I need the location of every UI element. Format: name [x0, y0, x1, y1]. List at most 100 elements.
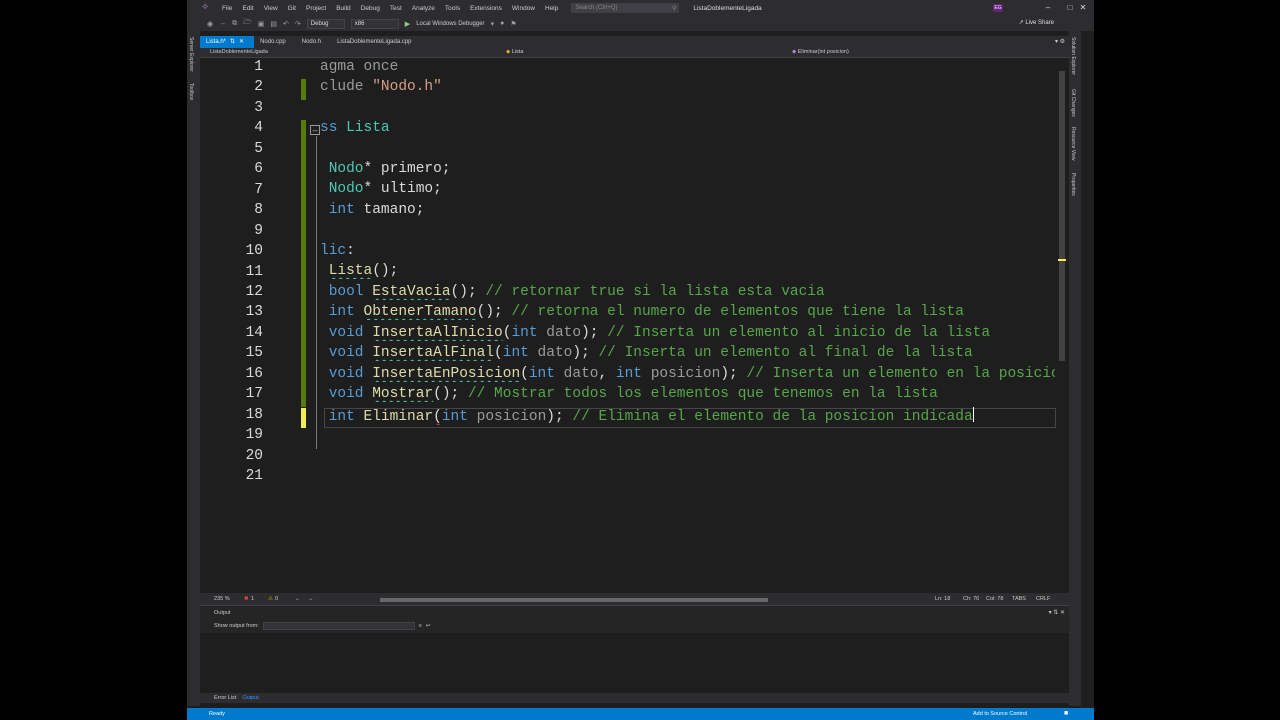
new-item-icon[interactable]: ⧉	[232, 20, 237, 28]
live-share-button[interactable]: ↗ Live Share	[1019, 19, 1054, 26]
tab-label: Nodo.cpp	[260, 39, 286, 45]
add-to-source-control-button[interactable]: Add to Source Control	[973, 711, 1027, 717]
notifications-icon[interactable]: ■	[1064, 710, 1068, 717]
undo-icon[interactable]: ↶	[283, 20, 289, 28]
menu-view[interactable]: View	[259, 5, 283, 12]
properties-tab[interactable]: Properties	[1070, 173, 1076, 196]
line-number: 2	[254, 79, 263, 96]
search-box[interactable]: Search (Ctrl+Q) ⚲	[571, 3, 680, 13]
status-ready: Ready	[209, 711, 225, 717]
editor-status-line: 235 % ✖ 1 ⚠ 0 ← → Ln: 18 Ch: 76 Col: 78 …	[200, 593, 1069, 605]
tabs-indicator[interactable]: TABS	[1012, 596, 1026, 602]
menu-test[interactable]: Test	[385, 5, 407, 12]
breakpoint-icon[interactable]: ●	[500, 20, 504, 27]
tab-overflow-icon[interactable]: ▾ ⚙	[1055, 36, 1065, 48]
line-number: 16	[245, 365, 263, 382]
configuration-select[interactable]: Debug	[306, 18, 345, 29]
output-text-area[interactable]	[200, 633, 1069, 693]
vertical-scroll-thumb[interactable]	[1059, 71, 1065, 361]
resource-view-tab[interactable]: Resource View	[1070, 127, 1076, 161]
collapse-region-icon[interactable]: –	[310, 125, 320, 135]
code-line-17: void Mostrar(); // Mostrar todos los ele…	[328, 386, 938, 402]
menu-analyze[interactable]: Analyze	[407, 5, 440, 12]
project-dropdown[interactable]: ListaDoblementeLigada	[210, 49, 268, 55]
vertical-scrollbar[interactable]	[1058, 59, 1066, 593]
redo-icon[interactable]: ↷	[295, 20, 301, 28]
warning-icon[interactable]: ⚠	[268, 596, 273, 602]
tab-listadoblementeligada-cpp[interactable]: ListaDoblementeLigada.cpp	[331, 36, 421, 48]
account-avatar[interactable]: EG	[993, 4, 1003, 12]
line-number: 14	[245, 324, 263, 341]
column-indicator: Col: 78	[986, 596, 1004, 602]
start-debugging-icon[interactable]: ▶	[405, 20, 410, 28]
menu-git[interactable]: Git	[283, 5, 301, 12]
bookmark-icon[interactable]: ⚑	[510, 20, 516, 28]
menu-window[interactable]: Window	[507, 5, 540, 12]
platform-select[interactable]: x86	[350, 18, 399, 29]
clear-output-icon[interactable]: ≡	[419, 623, 422, 629]
horizontal-scroll-thumb[interactable]	[380, 598, 768, 602]
tab-nodo-cpp[interactable]: Nodo.cpp	[254, 36, 296, 48]
code-line-16: void InsertaEnPosicion(int dato, int pos…	[328, 366, 1055, 382]
close-window-icon[interactable]: ✕	[1072, 1, 1094, 15]
menu-debug[interactable]: Debug	[356, 5, 385, 12]
right-tool-rail: Solution Explorer Git Changes Resource V…	[1069, 31, 1081, 706]
code-line-12: bool EstaVacia(); // retornar true si la…	[328, 284, 825, 300]
save-all-icon[interactable]: ▤	[270, 20, 277, 28]
scope-dropdown[interactable]: ◆ Lista	[506, 49, 523, 55]
code-line-10: lic:	[320, 243, 355, 259]
line-number: 5	[254, 140, 263, 157]
output-source-select[interactable]	[262, 622, 415, 630]
scroll-change-marker	[1058, 259, 1066, 261]
code-line-6: Nodo* primero;	[328, 161, 451, 177]
code-line-7: Nodo* ultimo;	[328, 181, 442, 197]
code-line-18: int Eliminar(int posicion); // Elimina e…	[328, 407, 974, 425]
visual-studio-logo-icon: ✧	[201, 2, 210, 13]
change-marker	[301, 120, 306, 407]
navigation-bar: ListaDoblementeLigada ◆ Lista ◆ Eliminar…	[200, 48, 1069, 58]
server-explorer-tab[interactable]: Server Explorer	[188, 37, 194, 72]
tab-output[interactable]: Output	[242, 693, 259, 703]
search-icon: ⚲	[671, 5, 677, 12]
tab-error-list[interactable]: Error List	[214, 693, 236, 703]
close-tab-icon[interactable]: ✕	[239, 39, 244, 45]
forward-icon[interactable]: →	[219, 20, 226, 27]
member-dropdown[interactable]: ◆ Eliminar(int posicion)	[792, 49, 849, 55]
menu-build[interactable]: Build	[331, 5, 355, 12]
dropdown-chevron-icon[interactable]: ▾	[491, 20, 495, 28]
pin-icon[interactable]: ⇅	[230, 39, 235, 45]
menu-edit[interactable]: Edit	[237, 5, 258, 12]
line-number: 4	[254, 120, 263, 137]
back-icon[interactable]: ◉	[207, 20, 213, 28]
error-icon[interactable]: ✖	[244, 596, 249, 602]
menu-file[interactable]: File	[217, 5, 237, 12]
line-number: 20	[245, 447, 263, 464]
code-editor[interactable]: 1 2 3 4 5 6 7 8 9 10 11 12 13 14 15 16 17 18 19 20 21 – agma…	[200, 59, 1069, 593]
tab-lista-h[interactable]: Lista.h* ⇅ ✕	[200, 36, 255, 48]
menu-extensions[interactable]: Extensions	[465, 5, 507, 12]
toolbox-tab[interactable]: Toolbox	[188, 83, 194, 100]
panel-controls-icon[interactable]: ▾ ⇅ ✕	[1049, 609, 1065, 616]
platform-value: x86	[354, 20, 365, 27]
next-issue-icon[interactable]: →	[308, 596, 314, 602]
line-number: 19	[245, 427, 263, 444]
menu-help[interactable]: Help	[540, 5, 563, 12]
text-caret	[972, 407, 974, 422]
zoom-level[interactable]: 235 %	[214, 596, 230, 602]
current-change-marker	[301, 408, 306, 428]
menu-tools[interactable]: Tools	[440, 5, 465, 12]
line-number: 7	[254, 181, 263, 198]
git-changes-tab[interactable]: Git Changes	[1070, 89, 1076, 117]
line-number: 17	[245, 386, 263, 403]
menu-project[interactable]: Project	[301, 5, 331, 12]
open-folder-icon[interactable]: 🗁	[243, 18, 252, 29]
run-target-button[interactable]: Local Windows Debugger	[416, 21, 484, 27]
solution-explorer-tab[interactable]: Solution Explorer	[1070, 37, 1076, 75]
save-icon[interactable]: ▣	[258, 20, 265, 28]
wrap-icon[interactable]: ↩	[426, 623, 431, 629]
eol-indicator[interactable]: CRLF	[1036, 596, 1050, 602]
previous-issue-icon[interactable]: ←	[295, 596, 301, 602]
bottom-tool-tabs: Error List Output	[200, 693, 1069, 703]
tab-nodo-h[interactable]: Nodo.h	[296, 36, 331, 48]
line-number: 15	[245, 345, 263, 362]
